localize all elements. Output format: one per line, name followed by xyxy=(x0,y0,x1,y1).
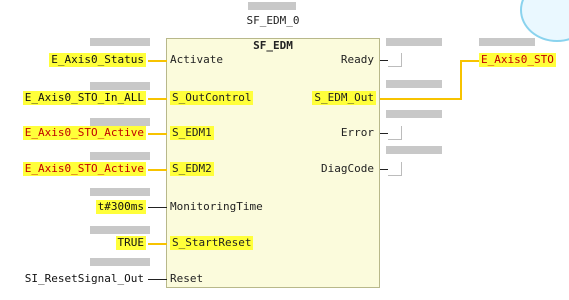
wire-s-edm-out-vertical xyxy=(460,60,462,100)
wire-s-startreset xyxy=(148,243,167,245)
fb-type-name: SF_EDM xyxy=(253,39,293,52)
pin-ready[interactable]: Ready xyxy=(341,53,374,67)
input-placeholder-bar xyxy=(90,152,150,160)
output-placeholder-bar xyxy=(386,146,442,154)
pin-s-startreset[interactable]: S_StartReset xyxy=(170,236,254,250)
fb-instance-name[interactable]: SF_EDM_0 xyxy=(166,14,380,27)
tooltip-bubble xyxy=(520,0,569,42)
pin-s-edm-out[interactable]: S_EDM_Out xyxy=(312,91,376,105)
input-value-s-outcontrol[interactable]: E_Axis0_STO_In_ALL xyxy=(22,91,146,105)
input-value-s-edm2[interactable]: E_Axis0_STO_Active xyxy=(22,162,146,176)
output-placeholder-bar xyxy=(386,110,442,118)
output-box-error[interactable] xyxy=(388,126,402,140)
input-placeholder-bar xyxy=(90,226,150,234)
pin-monitoring-time[interactable]: MonitoringTime xyxy=(170,200,263,214)
pin-activate[interactable]: Activate xyxy=(170,53,223,67)
wire-monitoring-time xyxy=(148,207,167,208)
output-box-ready[interactable] xyxy=(388,53,402,67)
wire-s-edm2 xyxy=(148,169,167,171)
input-placeholder-bar xyxy=(90,82,150,90)
wire-s-edm1 xyxy=(148,133,167,135)
input-value-monitoring-time[interactable]: t#300ms xyxy=(95,200,146,214)
input-placeholder-bar xyxy=(90,258,150,266)
output-placeholder-bar xyxy=(479,38,535,46)
output-box-diagcode[interactable] xyxy=(388,162,402,176)
input-value-activate[interactable]: E_Axis0_Status xyxy=(49,53,146,67)
wire-diagcode xyxy=(380,169,388,170)
output-placeholder-bar xyxy=(386,38,442,46)
input-placeholder-bar xyxy=(90,118,150,126)
wire-error xyxy=(380,133,388,134)
wire-ready xyxy=(380,60,388,61)
pin-reset[interactable]: Reset xyxy=(170,272,203,286)
wire-s-edm-out-top xyxy=(460,60,480,62)
output-placeholder-bar xyxy=(386,80,442,88)
input-value-reset[interactable]: SI_ResetSignal_Out xyxy=(23,272,146,286)
wire-s-edm-out xyxy=(380,98,462,100)
input-placeholder-bar xyxy=(90,188,150,196)
instance-placeholder-bar xyxy=(248,2,296,10)
output-connected-variable[interactable]: E_Axis0_STO xyxy=(479,53,556,67)
pin-error[interactable]: Error xyxy=(341,126,374,140)
input-value-s-startreset[interactable]: TRUE xyxy=(115,236,146,250)
input-placeholder-bar xyxy=(90,38,150,46)
input-value-s-edm1[interactable]: E_Axis0_STO_Active xyxy=(22,126,146,140)
wire-reset xyxy=(148,279,167,280)
pin-s-outcontrol[interactable]: S_OutControl xyxy=(170,91,254,105)
wire-s-outcontrol xyxy=(148,98,167,100)
wire-activate xyxy=(148,60,167,62)
pin-s-edm1[interactable]: S_EDM1 xyxy=(170,126,214,140)
pin-diagcode[interactable]: DiagCode xyxy=(321,162,374,176)
pin-s-edm2[interactable]: S_EDM2 xyxy=(170,162,214,176)
